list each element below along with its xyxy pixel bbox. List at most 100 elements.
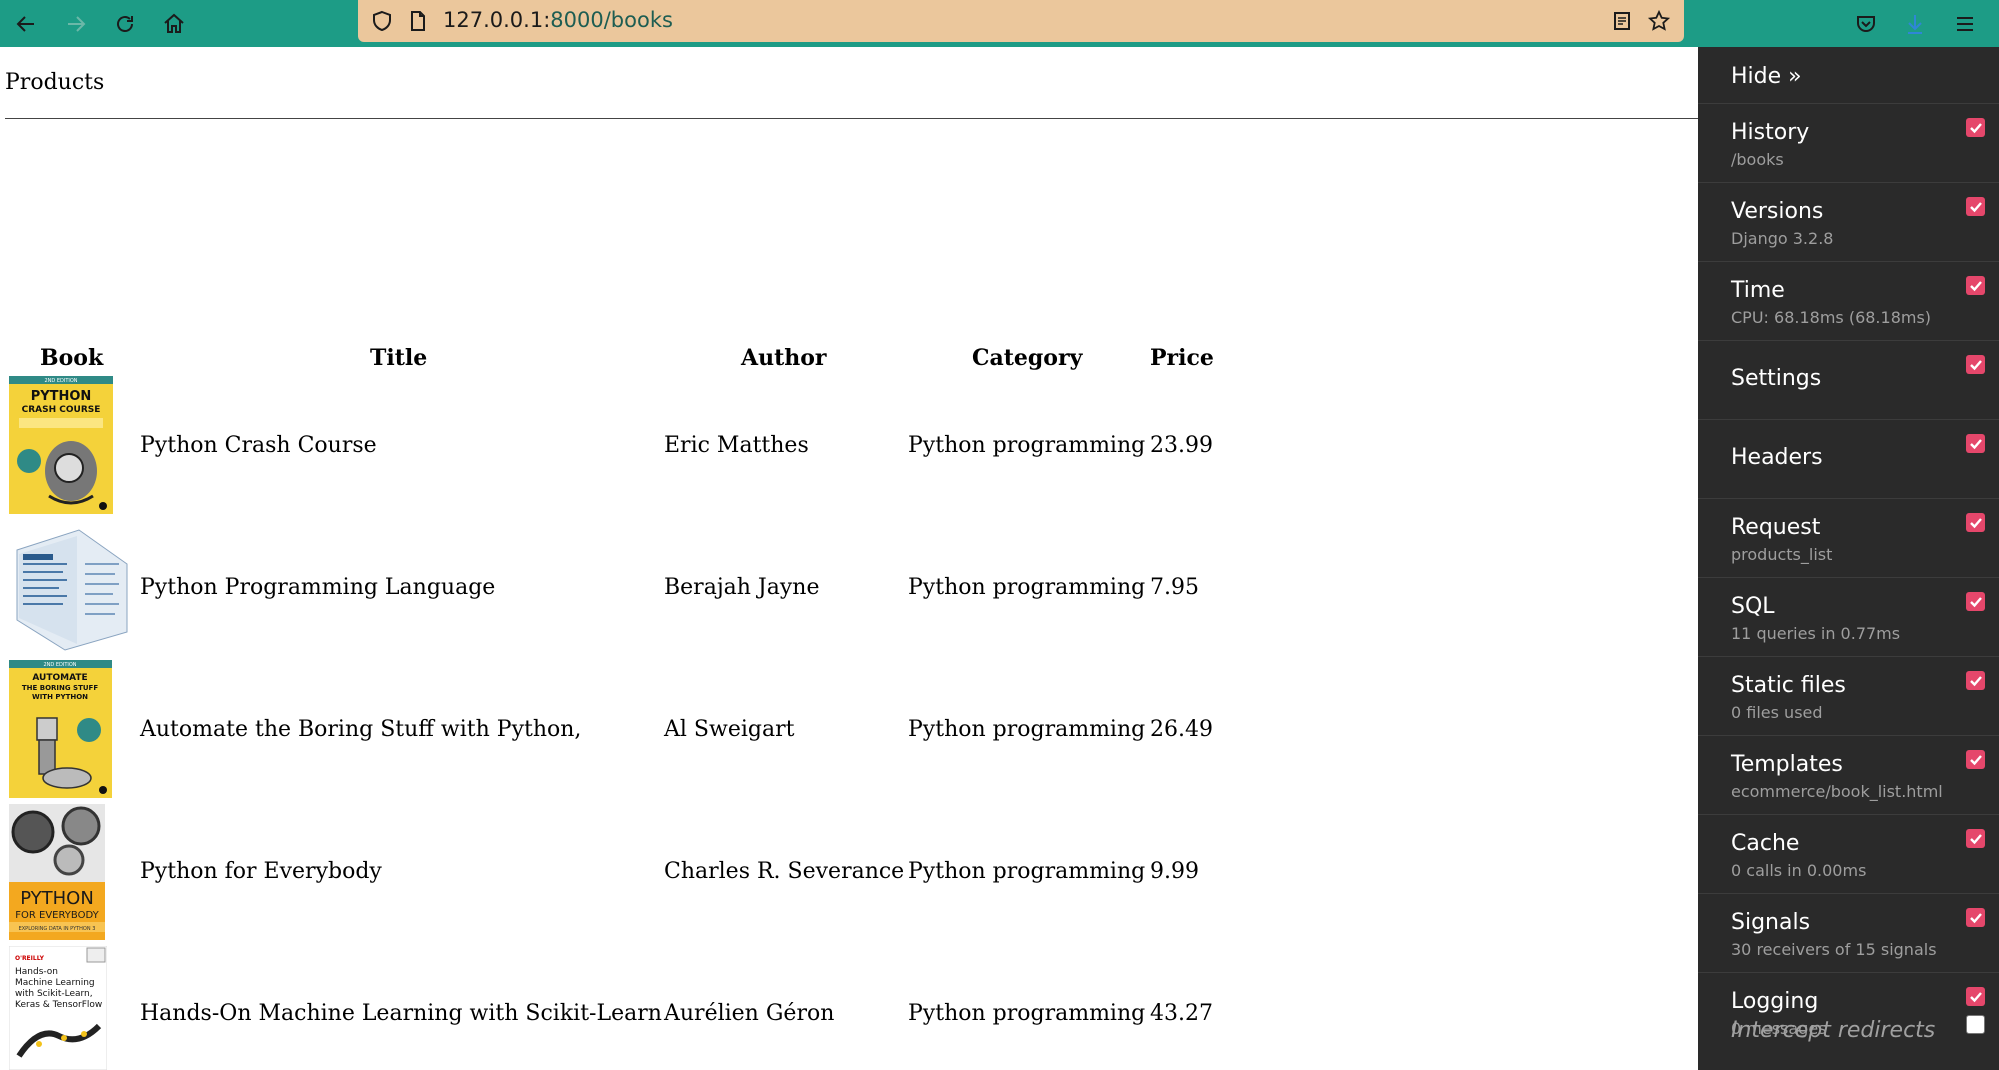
hamburger-menu-icon[interactable]	[1947, 6, 1983, 42]
column-header-price: Price	[1150, 345, 1214, 371]
panel-toggle-checkbox[interactable]	[1966, 592, 1985, 611]
checkmark-icon	[1969, 280, 1982, 291]
svg-text:WITH PYTHON: WITH PYTHON	[32, 693, 88, 701]
panel-static-files[interactable]: Static files 0 files used	[1698, 656, 1999, 735]
panel-toggle-checkbox[interactable]	[1966, 118, 1985, 137]
page-title: Products	[5, 70, 105, 95]
svg-text:PYTHON: PYTHON	[31, 389, 92, 404]
panel-title: Static files	[1731, 673, 1846, 698]
svg-text:with Scikit-Learn,: with Scikit-Learn,	[15, 989, 93, 999]
book-cover-image[interactable]: PYTHON FOR EVERYBODY EXPLORING DATA IN P…	[9, 804, 105, 940]
panel-versions[interactable]: Versions Django 3.2.8	[1698, 182, 1999, 261]
url-bar[interactable]: 127.0.0.1:8000/books	[358, 0, 1684, 42]
panel-title: Settings	[1731, 366, 1822, 391]
book-cover-image[interactable]: O'REILLY Hands-on Machine Learning with …	[9, 946, 107, 1070]
home-icon[interactable]	[156, 6, 192, 42]
panel-headers[interactable]: Headers	[1698, 419, 1999, 498]
column-header-book: Book	[40, 345, 104, 371]
column-header-author: Author	[741, 345, 827, 371]
panel-title: History	[1731, 120, 1810, 145]
book-cover-image[interactable]	[9, 524, 134, 652]
panel-toggle-checkbox[interactable]	[1966, 987, 1985, 1006]
page-icon[interactable]	[406, 9, 430, 33]
book-category: Python programming	[908, 433, 1146, 458]
panel-subtitle: ecommerce/book_list.html	[1731, 782, 1943, 801]
book-price: 23.99	[1150, 433, 1213, 458]
star-icon[interactable]	[1647, 9, 1671, 33]
panel-title: Request	[1731, 515, 1821, 540]
panel-settings[interactable]: Settings	[1698, 340, 1999, 419]
checkmark-icon	[1969, 991, 1982, 1002]
forward-arrow-icon[interactable]	[58, 6, 94, 42]
reader-view-icon[interactable]	[1610, 9, 1634, 33]
pocket-icon[interactable]	[1848, 6, 1884, 42]
column-header-title: Title	[370, 345, 428, 371]
panel-toggle-checkbox[interactable]	[1966, 750, 1985, 769]
panel-toggle-checkbox[interactable]	[1966, 829, 1985, 848]
browser-toolbar: 127.0.0.1:8000/books	[0, 0, 1999, 47]
book-title: Python Programming Language	[140, 575, 496, 600]
panel-title: Time	[1731, 278, 1785, 303]
svg-text:EXPLORING DATA IN PYTHON 3: EXPLORING DATA IN PYTHON 3	[19, 926, 96, 932]
svg-text:2ND EDITION: 2ND EDITION	[44, 378, 77, 384]
panel-history[interactable]: History/books	[1698, 103, 1999, 182]
shield-icon[interactable]	[370, 9, 394, 33]
book-cover-image[interactable]: 2ND EDITION AUTOMATE THE BORING STUFF WI…	[9, 660, 112, 798]
panel-title: Cache	[1731, 831, 1800, 856]
intercept-redirects-label[interactable]: Intercept redirects	[1731, 1018, 1935, 1043]
book-title: Hands-On Machine Learning with Scikit-Le…	[140, 1001, 662, 1026]
checkmark-icon	[1969, 438, 1982, 449]
panel-title: Templates	[1731, 752, 1843, 777]
panel-toggle-checkbox[interactable]	[1966, 197, 1985, 216]
panel-templates[interactable]: Templates ecommerce/book_list.html	[1698, 735, 1999, 814]
panel-title: Logging	[1731, 989, 1819, 1014]
url-text[interactable]: 127.0.0.1:8000/books	[443, 8, 673, 32]
book-title: Python for Everybody	[140, 859, 382, 884]
book-category: Python programming	[908, 717, 1146, 742]
svg-text:AUTOMATE: AUTOMATE	[32, 673, 87, 683]
panel-toggle-checkbox[interactable]	[1966, 671, 1985, 690]
checkmark-icon	[1969, 201, 1982, 212]
panel-cache[interactable]: Cache 0 calls in 0.00ms	[1698, 814, 1999, 893]
panel-subtitle: CPU: 68.18ms (68.18ms)	[1731, 308, 1932, 327]
panel-toggle-checkbox[interactable]	[1966, 513, 1985, 532]
checkmark-icon	[1969, 596, 1982, 607]
panel-toggle-checkbox[interactable]	[1966, 908, 1985, 927]
panel-toggle-checkbox[interactable]	[1966, 434, 1985, 453]
svg-text:FOR EVERYBODY: FOR EVERYBODY	[15, 910, 99, 921]
reload-icon[interactable]	[107, 6, 143, 42]
title-divider	[5, 118, 1700, 119]
checkmark-icon	[1969, 675, 1982, 686]
book-price: 7.95	[1150, 575, 1199, 600]
checkmark-icon	[1969, 517, 1982, 528]
panel-request[interactable]: Request products_list	[1698, 498, 1999, 577]
panel-title: Signals	[1731, 910, 1811, 935]
svg-text:O'REILLY: O'REILLY	[15, 955, 45, 962]
debug-toolbar: Hide » History/books Versions Django 3.2.8…	[1698, 47, 1999, 1070]
panel-sql[interactable]: SQL 11 queries in 0.77ms	[1698, 577, 1999, 656]
checkmark-icon	[1969, 122, 1982, 133]
panel-time[interactable]: Time CPU: 68.18ms (68.18ms)	[1698, 261, 1999, 340]
book-title: Python Crash Course	[140, 433, 377, 458]
book-author: Aurélien Géron	[664, 1001, 835, 1026]
book-cover-image[interactable]: 2ND EDITION PYTHON CRASH COURSE	[9, 376, 113, 514]
panel-title: Headers	[1731, 445, 1823, 470]
checkmark-icon	[1969, 754, 1982, 765]
book-price: 26.49	[1150, 717, 1213, 742]
panel-signals[interactable]: Signals 30 receivers of 15 signals	[1698, 893, 1999, 972]
intercept-redirects-checkbox[interactable]	[1966, 1015, 1985, 1034]
panel-subtitle: /books	[1731, 150, 1784, 169]
book-author: Al Sweigart	[664, 717, 795, 742]
panel-toggle-checkbox[interactable]	[1966, 355, 1985, 374]
svg-text:PYTHON: PYTHON	[20, 888, 94, 909]
hide-toolbar-button[interactable]: Hide »	[1731, 64, 1802, 89]
panel-subtitle: 30 receivers of 15 signals	[1731, 940, 1937, 959]
svg-text:Keras & TensorFlow: Keras & TensorFlow	[15, 1000, 102, 1010]
download-icon[interactable]	[1897, 6, 1933, 42]
panel-subtitle: 11 queries in 0.77ms	[1731, 624, 1901, 643]
book-price: 9.99	[1150, 859, 1199, 884]
back-arrow-icon[interactable]	[8, 6, 44, 42]
panel-toggle-checkbox[interactable]	[1966, 276, 1985, 295]
panel-title: Versions	[1731, 199, 1824, 224]
checkmark-icon	[1969, 359, 1982, 370]
